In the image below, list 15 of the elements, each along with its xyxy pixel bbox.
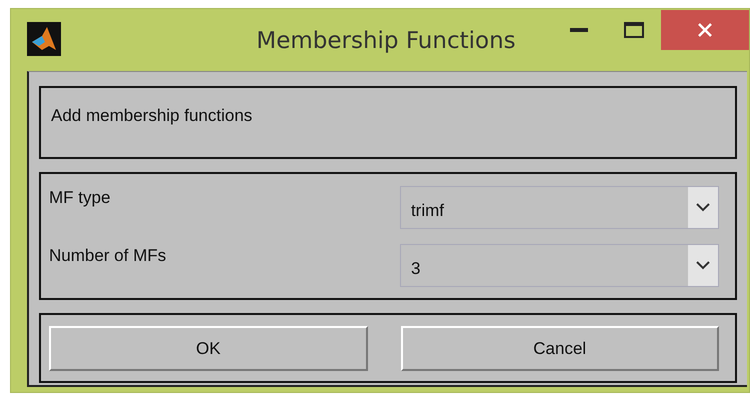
- maximize-icon: [624, 22, 644, 38]
- instruction-text: Add membership functions: [51, 106, 254, 126]
- minimize-icon: [570, 28, 588, 32]
- window-title: Membership Functions: [255, 27, 517, 54]
- app-logo-icon: [27, 22, 61, 56]
- close-button[interactable]: [661, 10, 749, 50]
- field-label: Number of MFs: [49, 245, 168, 266]
- dropdown[interactable]: 3: [400, 244, 719, 287]
- dialog-button[interactable]: Cancel: [400, 326, 719, 371]
- dialog-button[interactable]: OK: [49, 326, 368, 371]
- chevron-down-icon: [696, 261, 710, 270]
- chevron-down-icon: [696, 203, 710, 212]
- field-label: MF type: [49, 187, 112, 208]
- dropdown[interactable]: trimf: [400, 186, 719, 229]
- close-icon: [697, 22, 713, 38]
